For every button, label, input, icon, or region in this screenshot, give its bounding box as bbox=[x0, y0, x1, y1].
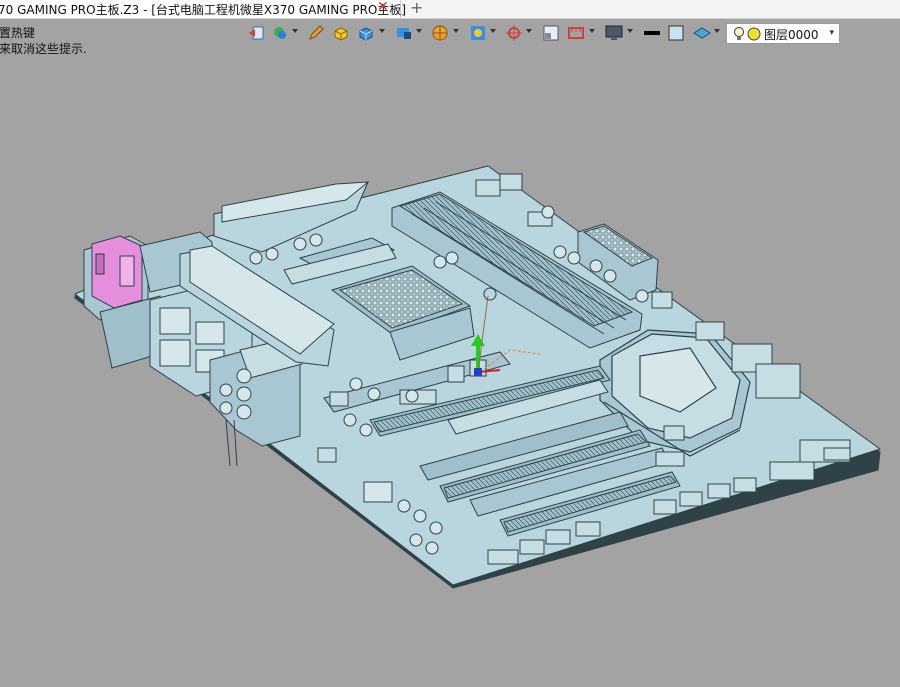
render-style-icon[interactable] bbox=[429, 22, 451, 44]
snap-icon[interactable] bbox=[467, 22, 489, 44]
layer-select[interactable]: 图层0000 ▾ bbox=[726, 23, 840, 44]
pencil-icon[interactable] bbox=[305, 22, 327, 44]
chevron-down-icon[interactable]: ▾ bbox=[829, 28, 834, 38]
plus-icon[interactable]: + bbox=[410, 0, 423, 17]
chevron-down-icon[interactable] bbox=[526, 29, 532, 33]
lightbulb-icon bbox=[734, 27, 744, 40]
yellow-cube-icon[interactable] bbox=[330, 22, 352, 44]
panel-icon[interactable] bbox=[540, 22, 562, 44]
chevron-down-icon[interactable] bbox=[627, 29, 633, 33]
crosshair-icon[interactable] bbox=[503, 22, 525, 44]
tab-bar: 70 GAMING PRO主板.Z3 - [台式电脑工程机微星X370 GAMI… bbox=[0, 0, 900, 19]
document-tab[interactable]: 70 GAMING PRO主板.Z3 - [台式电脑工程机微星X370 GAMI… bbox=[0, 0, 406, 18]
display-mode-icon[interactable] bbox=[393, 22, 415, 44]
motherboard-model bbox=[74, 165, 881, 589]
layer-color-icon bbox=[747, 27, 761, 41]
chevron-down-icon[interactable] bbox=[453, 29, 459, 33]
chevron-down-icon[interactable] bbox=[379, 29, 385, 33]
blue-cube-icon[interactable] bbox=[355, 22, 377, 44]
chevron-down-icon[interactable] bbox=[416, 29, 422, 33]
hint-line-1: 置热键 bbox=[0, 26, 36, 40]
chevron-down-icon[interactable] bbox=[714, 29, 720, 33]
monitor-icon[interactable] bbox=[603, 22, 625, 44]
chevron-down-icon[interactable] bbox=[589, 29, 595, 33]
fill-color-icon[interactable] bbox=[665, 22, 687, 44]
tab-title: 70 GAMING PRO主板.Z3 - [台式电脑工程机微星X370 GAMI… bbox=[0, 3, 407, 17]
ruler-icon[interactable] bbox=[565, 22, 587, 44]
line-color-icon[interactable] bbox=[641, 22, 663, 44]
layers-icon[interactable] bbox=[269, 22, 291, 44]
chevron-down-icon[interactable] bbox=[292, 29, 298, 33]
workplane-icon[interactable] bbox=[691, 22, 713, 44]
model-viewport[interactable] bbox=[0, 50, 900, 683]
layer-name: 图层0000 bbox=[764, 28, 819, 42]
chevron-down-icon[interactable] bbox=[490, 29, 496, 33]
close-icon[interactable]: ✕ bbox=[377, 0, 389, 15]
view-back-icon[interactable] bbox=[245, 22, 267, 44]
